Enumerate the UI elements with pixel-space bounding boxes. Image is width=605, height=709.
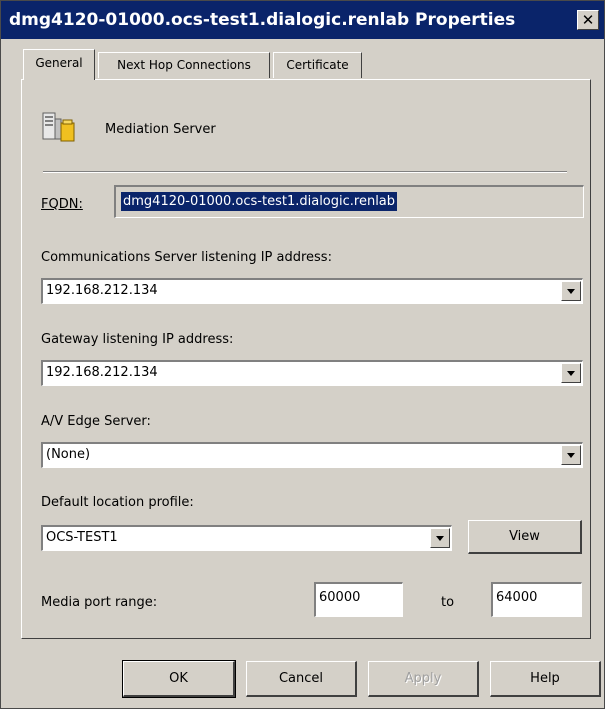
- chevron-down-icon[interactable]: [561, 445, 581, 465]
- help-button-label: Help: [530, 671, 560, 686]
- tab-next-hop-label: Next Hop Connections: [117, 58, 251, 72]
- chevron-down-icon[interactable]: [430, 528, 450, 548]
- media-port-to-value: 64000: [496, 590, 538, 605]
- comm-server-ip-select[interactable]: 192.168.212.134: [41, 278, 583, 304]
- media-port-range-label: Media port range:: [41, 595, 158, 610]
- cancel-button[interactable]: Cancel: [246, 661, 357, 697]
- properties-dialog: dmg4120-01000.ocs-test1.dialogic.renlab …: [0, 0, 605, 709]
- av-edge-server-label: A/V Edge Server:: [41, 414, 151, 429]
- tab-general-label: General: [35, 56, 83, 70]
- av-edge-server-select[interactable]: (None): [41, 442, 583, 468]
- comm-server-ip-label: Communications Server listening IP addre…: [41, 250, 332, 265]
- close-icon: ✕: [581, 11, 595, 29]
- tab-certificate[interactable]: Certificate: [273, 52, 362, 78]
- view-button[interactable]: View: [468, 520, 582, 554]
- window-title: dmg4120-01000.ocs-test1.dialogic.renlab …: [9, 10, 516, 30]
- gateway-ip-label: Gateway listening IP address:: [41, 332, 234, 347]
- apply-button[interactable]: Apply: [368, 661, 479, 697]
- chevron-down-icon[interactable]: [561, 363, 581, 383]
- fqdn-field[interactable]: dmg4120-01000.ocs-test1.dialogic.renlab: [114, 185, 584, 218]
- comm-server-ip-value: 192.168.212.134: [46, 283, 158, 298]
- help-button[interactable]: Help: [490, 661, 601, 697]
- general-tab-panel: [21, 79, 591, 639]
- tab-certificate-label: Certificate: [286, 58, 349, 72]
- close-button[interactable]: ✕: [577, 10, 599, 30]
- apply-button-label: Apply: [404, 671, 442, 686]
- gateway-ip-select[interactable]: 192.168.212.134: [41, 360, 583, 386]
- location-profile-label: Default location profile:: [41, 495, 194, 510]
- view-button-label: View: [509, 529, 540, 544]
- cancel-button-label: Cancel: [278, 671, 324, 686]
- tab-next-hop-connections[interactable]: Next Hop Connections: [98, 52, 270, 78]
- title-bar[interactable]: dmg4120-01000.ocs-test1.dialogic.renlab …: [1, 1, 604, 39]
- media-port-from-value: 60000: [319, 590, 361, 605]
- tab-general[interactable]: General: [23, 49, 95, 80]
- fqdn-label: FQDN:: [41, 197, 83, 212]
- server-icon: [41, 111, 77, 143]
- av-edge-server-value: (None): [46, 447, 91, 462]
- ok-button[interactable]: OK: [122, 660, 236, 698]
- ok-button-label: OK: [169, 671, 188, 686]
- gateway-ip-value: 192.168.212.134: [46, 365, 158, 380]
- location-profile-value: OCS-TEST1: [46, 530, 118, 545]
- media-port-to-input[interactable]: 64000: [491, 582, 582, 617]
- server-role-label: Mediation Server: [105, 122, 216, 137]
- location-profile-select[interactable]: OCS-TEST1: [41, 525, 452, 551]
- media-port-from-input[interactable]: 60000: [314, 582, 403, 617]
- chevron-down-icon[interactable]: [561, 281, 581, 301]
- fqdn-value: dmg4120-01000.ocs-test1.dialogic.renlab: [121, 192, 398, 211]
- separator: [43, 171, 567, 173]
- to-label: to: [441, 595, 455, 610]
